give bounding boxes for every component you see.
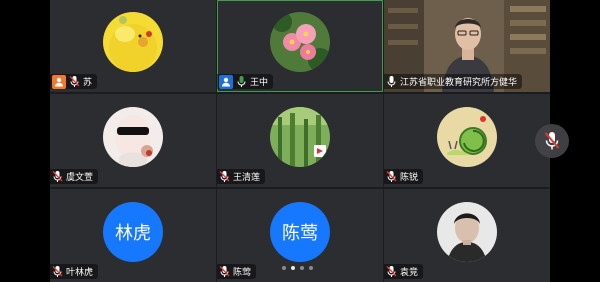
participant-label: 陈锐 xyxy=(384,169,424,184)
mute-toggle-button[interactable] xyxy=(535,124,569,158)
participant-tile[interactable]: 虞文萱 xyxy=(50,94,216,187)
avatar xyxy=(103,12,163,73)
participant-tile[interactable]: 袁竞 xyxy=(384,189,550,282)
participant-tile[interactable]: 王清莲 xyxy=(217,94,383,187)
avatar xyxy=(437,201,497,262)
avatar xyxy=(103,106,163,167)
cohost-icon xyxy=(219,74,233,89)
participant-name: 陈莺 xyxy=(233,268,252,278)
participant-name: 陈锐 xyxy=(400,173,419,183)
avatar: 林虎 xyxy=(103,201,163,262)
participant-name: 王中 xyxy=(250,78,269,88)
participant-label: 陈莺 xyxy=(217,264,257,279)
mic-muted-icon xyxy=(219,170,230,183)
participant-name: 江苏省职业教育研究所方健华 xyxy=(400,78,518,88)
participant-name: 叶林虎 xyxy=(66,268,94,278)
avatar: 陈莺 xyxy=(270,201,330,262)
mic-muted-icon xyxy=(52,265,63,278)
mic-muted-icon xyxy=(219,265,230,278)
mic-muted-icon xyxy=(69,75,80,88)
mic-muted-icon xyxy=(386,265,397,278)
participant-tile[interactable]: 陈锐 xyxy=(384,94,550,187)
page-dot[interactable] xyxy=(300,266,304,270)
page-dot[interactable] xyxy=(282,266,286,270)
participant-name: 苏 xyxy=(83,78,93,88)
mic-active-icon xyxy=(236,75,247,88)
participant-name: 虞文萱 xyxy=(66,173,94,183)
page-dot[interactable] xyxy=(309,266,313,270)
participant-tile[interactable]: 江苏省职业教育研究所方健华 xyxy=(384,0,550,92)
participant-tile[interactable]: 王中 xyxy=(217,0,383,92)
video-grid: 苏 王中 江苏省职业教育研究所方健华 虞文萱 王清莲 陈锐 林虎 叶林虎 陈莺 … xyxy=(50,0,550,282)
participant-label: 王中 xyxy=(217,74,274,89)
avatar xyxy=(270,106,330,167)
avatar xyxy=(437,106,497,167)
participant-tile[interactable]: 苏 xyxy=(50,0,216,92)
mic-muted-icon xyxy=(386,170,397,183)
participant-name: 袁竞 xyxy=(400,268,419,278)
participant-label: 江苏省职业教育研究所方健华 xyxy=(384,74,523,89)
host-icon xyxy=(52,74,66,89)
participant-label: 王清莲 xyxy=(217,169,266,184)
participant-label: 苏 xyxy=(50,74,98,89)
participant-name: 王清莲 xyxy=(233,173,261,183)
mic-active-icon xyxy=(386,75,397,88)
participant-tile[interactable]: 林虎 叶林虎 xyxy=(50,189,216,282)
participant-label: 虞文萱 xyxy=(50,169,99,184)
avatar xyxy=(270,12,330,73)
page-dot-current[interactable] xyxy=(291,266,295,270)
participant-label: 袁竞 xyxy=(384,264,424,279)
mic-muted-icon xyxy=(544,132,560,150)
mic-muted-icon xyxy=(52,170,63,183)
left-letterbox xyxy=(0,0,50,282)
participant-label: 叶林虎 xyxy=(50,264,99,279)
page-indicator[interactable] xyxy=(282,266,313,270)
